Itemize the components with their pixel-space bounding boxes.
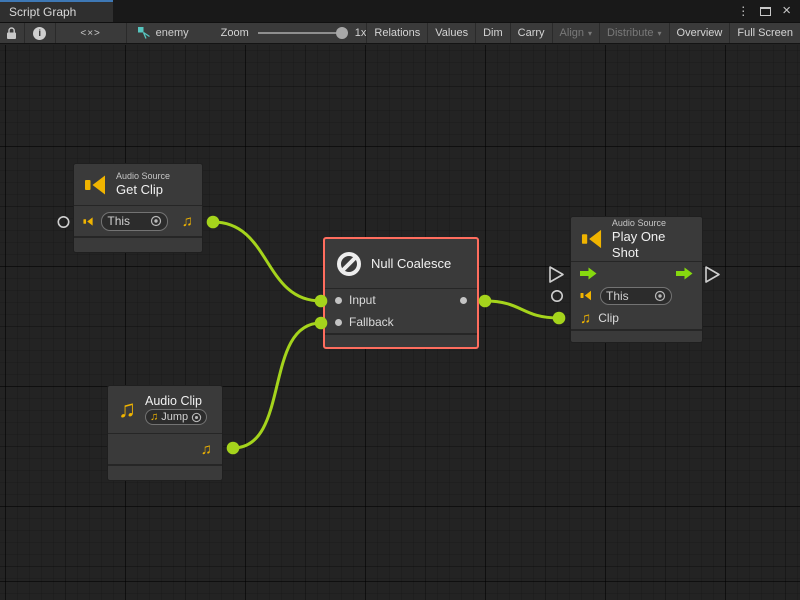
carry-button[interactable]: Carry <box>510 23 552 43</box>
full-screen-button[interactable]: Full Screen <box>729 23 800 43</box>
node-header: ♫ Audio Clip ♫ Jump <box>108 386 222 433</box>
node-header: Audio Source Play One Shot <box>571 217 702 261</box>
kebab-menu-icon[interactable]: ⋮ <box>737 5 749 17</box>
output-port-row: ♫ <box>108 434 222 464</box>
music-note-icon: ♫ <box>580 311 591 326</box>
graph-name: enemy <box>156 27 189 39</box>
node-title: Get Clip <box>116 182 170 198</box>
info-icon: i <box>33 27 46 40</box>
port-playoneshot-control-out[interactable] <box>706 267 719 282</box>
node-header: Audio Source Get Clip <box>74 164 202 205</box>
titlebar: Script Graph ⋮ × <box>0 0 800 22</box>
chevron-down-icon: ▾ <box>588 29 592 38</box>
node-footer <box>325 333 477 347</box>
graph-breadcrumb: enemy <box>127 23 199 43</box>
audio-source-icon <box>580 289 593 302</box>
wire-audioclip-to-fallback <box>233 323 321 448</box>
music-note-icon: ♫ <box>182 214 193 229</box>
music-note-icon: ♫ <box>150 412 158 423</box>
audio-clip-icon: ♫ <box>118 398 136 422</box>
lock-icon <box>6 27 17 40</box>
node-subtitle: Audio Source <box>612 218 692 229</box>
chevron-down-icon: ▾ <box>658 29 662 38</box>
object-picker-icon[interactable] <box>191 412 202 423</box>
audio-clip-field[interactable]: ♫ Jump <box>145 409 207 425</box>
values-button[interactable]: Values <box>427 23 475 43</box>
lock-button[interactable] <box>0 23 25 43</box>
null-coalesce-icon <box>335 250 363 278</box>
control-in-arrow-icon[interactable] <box>580 267 597 280</box>
port-playoneshot-control-in[interactable] <box>550 267 563 282</box>
control-out-arrow-icon[interactable] <box>676 267 693 280</box>
knob-audioclip-output[interactable] <box>227 442 240 455</box>
audio-source-icon <box>581 226 604 252</box>
port-playoneshot-this[interactable] <box>552 291 562 301</box>
node-header: Null Coalesce <box>325 239 477 288</box>
object-picker-icon[interactable] <box>150 215 162 227</box>
graph-canvas[interactable]: Audio Source Get Clip This <box>0 45 800 600</box>
zoom-slider[interactable] <box>258 32 346 34</box>
port-getclip-this[interactable] <box>58 217 68 227</box>
toolbar-buttons: Relations Values Dim Carry Align▾ Distri… <box>366 23 800 43</box>
node-play-one-shot[interactable]: Audio Source Play One Shot T <box>570 216 703 343</box>
knob-playoneshot-clip[interactable] <box>553 312 566 325</box>
close-icon[interactable]: × <box>782 3 791 18</box>
overview-button[interactable]: Overview <box>669 23 730 43</box>
control-flow-row <box>571 262 702 284</box>
graph-toolbar: i <×> enemy Zoom 1x Relations Values Dim… <box>0 22 800 44</box>
input-port-icon[interactable] <box>335 297 342 304</box>
node-footer <box>108 464 222 480</box>
window-controls: ⋮ × <box>737 0 800 22</box>
audio-source-icon <box>83 215 94 228</box>
knob-getclip-output[interactable] <box>207 216 220 229</box>
port-row-this: This <box>571 284 702 307</box>
audio-source-icon <box>84 172 108 198</box>
relations-button[interactable]: Relations <box>366 23 427 43</box>
zoom-value: 1x <box>355 27 367 39</box>
knob-nullcoalesce-output[interactable] <box>479 295 492 308</box>
tab-title: Script Graph <box>9 5 76 19</box>
port-row-input: Input <box>325 289 477 311</box>
zoom-control: Zoom 1x <box>221 23 367 43</box>
align-button: Align▾ <box>552 23 599 43</box>
tab-script-graph[interactable]: Script Graph <box>0 0 113 22</box>
wire-getclip-to-input <box>213 222 321 301</box>
node-audio-clip[interactable]: ♫ Audio Clip ♫ Jump ♫ <box>107 385 223 481</box>
code-icon: <×> <box>80 28 101 39</box>
maximize-icon[interactable] <box>760 7 771 16</box>
this-field[interactable]: This <box>101 212 167 231</box>
wire-output-to-clip <box>485 301 559 318</box>
output-port-icon[interactable] <box>460 297 467 304</box>
code-preview-button[interactable]: <×> <box>56 23 127 43</box>
node-get-clip[interactable]: Audio Source Get Clip This <box>73 163 203 253</box>
music-note-icon: ♫ <box>201 442 212 457</box>
object-picker-icon[interactable] <box>654 290 666 302</box>
node-null-coalesce[interactable]: Null Coalesce Input Fallback <box>323 237 479 349</box>
node-title: Null Coalesce <box>371 256 451 271</box>
this-field[interactable]: This <box>600 287 672 305</box>
port-row-fallback: Fallback <box>325 311 477 333</box>
dim-button[interactable]: Dim <box>475 23 510 43</box>
node-title: Audio Clip <box>145 394 207 409</box>
port-row-clip: ♫ Clip <box>571 307 702 329</box>
zoom-slider-handle[interactable] <box>336 27 348 39</box>
node-subtitle: Audio Source <box>116 171 170 182</box>
fallback-port-icon[interactable] <box>335 319 342 326</box>
node-footer <box>74 236 202 252</box>
distribute-button: Distribute▾ <box>599 23 668 43</box>
zoom-label: Zoom <box>221 27 249 39</box>
node-title: Play One Shot <box>612 229 692 260</box>
node-footer <box>571 329 702 342</box>
port-row-this: This ♫ <box>74 206 202 236</box>
info-button[interactable]: i <box>25 23 56 43</box>
graph-icon <box>137 26 151 40</box>
